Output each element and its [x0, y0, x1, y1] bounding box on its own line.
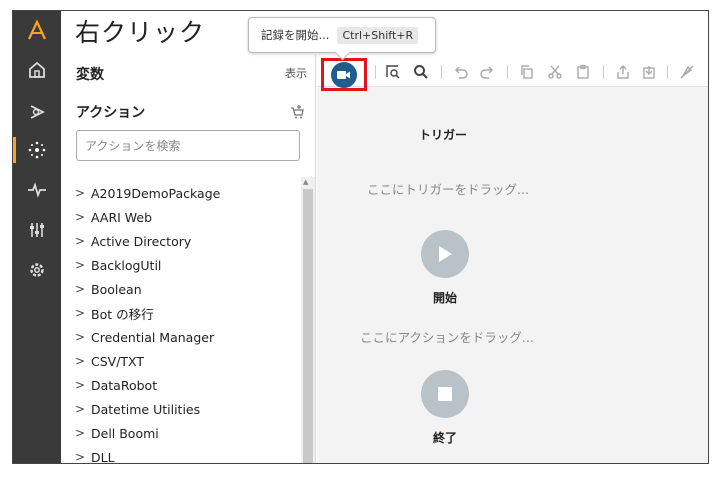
video-camera-icon	[337, 71, 350, 79]
list-item[interactable]: > AARI Web	[61, 205, 301, 229]
chevron-right-icon: >	[75, 210, 86, 224]
toolbar-divider	[667, 65, 668, 79]
list-item-label: Credential Manager	[91, 329, 215, 345]
list-item-label: AARI Web	[91, 209, 153, 225]
record-tooltip: 記録を開始... Ctrl+Shift+R	[248, 17, 436, 53]
search-icon[interactable]	[411, 62, 431, 82]
list-item[interactable]: > Dell Boomi	[61, 421, 301, 445]
toolbar-divider	[375, 65, 376, 79]
left-nav	[13, 11, 61, 463]
home-icon[interactable]	[13, 53, 61, 87]
chevron-right-icon: >	[75, 306, 86, 320]
list-item-label: Dell Boomi	[91, 425, 159, 441]
list-item[interactable]: > DLL	[61, 445, 301, 464]
actions-header: アクション	[76, 105, 146, 121]
paste-icon[interactable]	[573, 62, 593, 82]
list-item[interactable]: > A2019DemoPackage	[61, 181, 301, 205]
app-window: 右クリック 変数 表示 アクション アクションを検索 > A2019DemoPac…	[12, 10, 709, 464]
chevron-right-icon: >	[75, 450, 86, 464]
list-item[interactable]: > CSV/TXT	[61, 349, 301, 373]
toolbar-divider	[441, 65, 442, 79]
logo-icon[interactable]	[13, 13, 61, 47]
tooltip-text: 記録を開始...	[261, 28, 330, 42]
variables-show-link[interactable]: 表示	[285, 65, 307, 81]
editor-toolbar	[317, 55, 708, 87]
bot-icon[interactable]	[13, 95, 61, 129]
scrollbar-thumb[interactable]	[303, 189, 313, 463]
action-search-input[interactable]: アクションを検索	[76, 130, 300, 161]
page-title: 右クリック	[75, 18, 206, 47]
chevron-right-icon: >	[75, 402, 86, 416]
chevron-right-icon: >	[75, 258, 86, 272]
chevron-right-icon: >	[75, 378, 86, 392]
variables-header: 変数	[76, 67, 104, 83]
end-node[interactable]	[421, 370, 469, 418]
list-item-label: DataRobot	[91, 377, 158, 393]
activity-icon[interactable]	[13, 133, 61, 167]
chevron-right-icon: >	[75, 426, 86, 440]
list-item[interactable]: > Datetime Utilities	[61, 397, 301, 421]
list-item-label: Bot の移行	[91, 306, 154, 322]
list-item[interactable]: > Active Directory	[61, 229, 301, 253]
tooltip-shortcut: Ctrl+Shift+R	[337, 26, 419, 44]
copy-icon[interactable]	[517, 62, 537, 82]
left-panel: 変数 表示 アクション アクションを検索 > A2019DemoPackage >…	[61, 55, 316, 463]
flow-canvas	[317, 55, 708, 463]
pulse-icon[interactable]	[13, 173, 61, 207]
chevron-right-icon: >	[75, 186, 86, 200]
end-label: 終了	[433, 431, 458, 445]
chevron-right-icon: >	[75, 330, 86, 344]
list-item-label: Boolean	[91, 281, 142, 297]
chevron-right-icon: >	[75, 234, 86, 248]
export-icon[interactable]	[613, 62, 633, 82]
scroll-up-icon[interactable]: ▲	[303, 178, 308, 186]
list-item-label: BacklogUtil	[91, 257, 162, 273]
list-item[interactable]: > Bot の移行	[61, 301, 301, 325]
action-list: > A2019DemoPackage > AARI Web > Active Dire…	[61, 181, 301, 464]
toolbar-divider	[507, 65, 508, 79]
search-page-icon[interactable]	[383, 62, 403, 82]
list-item[interactable]: > BacklogUtil	[61, 253, 301, 277]
start-label: 開始	[433, 291, 458, 305]
trigger-label: トリガー	[419, 128, 468, 142]
list-item-label: Active Directory	[91, 233, 192, 249]
list-item[interactable]: > DataRobot	[61, 373, 301, 397]
record-button[interactable]	[331, 62, 357, 88]
redo-icon[interactable]	[477, 62, 497, 82]
play-icon	[439, 246, 452, 262]
list-item[interactable]: > Boolean	[61, 277, 301, 301]
cut-icon[interactable]	[545, 62, 565, 82]
action-drop-hint: ここにアクションをドラッグ...	[360, 330, 534, 345]
import-icon[interactable]	[639, 62, 659, 82]
package-icon[interactable]	[289, 104, 305, 124]
undo-icon[interactable]	[451, 62, 471, 82]
list-item-label: CSV/TXT	[91, 353, 145, 369]
list-item-label: DLL	[91, 449, 115, 464]
list-item-label: Datetime Utilities	[91, 401, 201, 417]
list-item[interactable]: > Credential Manager	[61, 325, 301, 349]
toolbar-divider	[603, 65, 604, 79]
trigger-drop-hint: ここにトリガーをドラッグ...	[367, 182, 529, 197]
stop-icon	[438, 387, 452, 401]
start-node[interactable]	[421, 230, 469, 278]
list-item-label: A2019DemoPackage	[91, 185, 221, 201]
sliders-icon[interactable]	[13, 213, 61, 247]
chevron-right-icon: >	[75, 354, 86, 368]
settings-icon[interactable]	[13, 253, 61, 287]
chevron-right-icon: >	[75, 282, 86, 296]
disable-icon[interactable]	[677, 62, 697, 82]
